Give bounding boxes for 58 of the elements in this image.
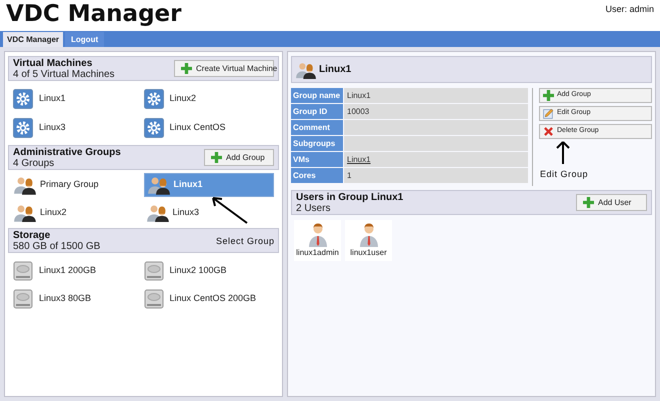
group-icon	[146, 202, 168, 222]
vm-item[interactable]: Linux1	[39, 92, 66, 106]
storage-item[interactable]: Linux1 200GB	[39, 264, 96, 278]
plus-icon	[583, 197, 594, 208]
gear-icon	[13, 88, 33, 108]
section-subtitle: 4 of 5 Virtual Machines	[13, 68, 115, 80]
storage-item[interactable]: Linux2 100GB	[170, 264, 227, 278]
section-subtitle: 580 GB of 1500 GB	[13, 240, 100, 252]
section-title: Administrative Groups	[13, 146, 121, 158]
group-icon	[148, 175, 170, 195]
field-label: Group name	[291, 88, 343, 103]
group-item[interactable]: Linux2	[11, 200, 141, 224]
annotation-arrow	[210, 196, 248, 224]
field-label: VMs	[291, 152, 343, 167]
user-icon	[308, 223, 328, 247]
section-subtitle: 2 Users	[296, 202, 332, 214]
section-title: Storage	[13, 230, 52, 240]
storage-item[interactable]: Linux CentOS 200GB	[170, 292, 256, 306]
annotation-label: Edit Group	[540, 168, 588, 181]
field-label: Subgroups	[291, 136, 343, 151]
group-title: Linux1	[319, 63, 352, 77]
group-icon	[14, 175, 36, 195]
user-tile[interactable]: linux1user	[345, 220, 392, 261]
nav-tab[interactable]: VDC Manager	[3, 32, 64, 47]
user-tile[interactable]: linux1admin	[294, 220, 341, 261]
gear-icon	[13, 118, 33, 138]
gear-icon	[144, 118, 164, 138]
user-icon	[358, 223, 378, 247]
annotation-label: Select Group	[216, 235, 275, 248]
group-icon	[14, 202, 36, 222]
plus-icon	[543, 90, 554, 101]
vm-item[interactable]: Linux2	[170, 92, 196, 106]
group-item[interactable]: Primary Group	[11, 173, 141, 197]
vm-item[interactable]: Linux3	[39, 120, 66, 134]
plus-icon	[181, 63, 192, 74]
field-label: Comment	[291, 120, 343, 135]
delete-icon	[543, 126, 554, 137]
vm-item[interactable]: Linux CentOS	[170, 120, 226, 134]
section-title: Users in Group Linux1	[296, 192, 404, 202]
annotation-arrow	[556, 140, 570, 164]
section-subtitle: 4 Groups	[13, 158, 56, 168]
section-title: Virtual Machines	[13, 58, 94, 68]
plus-icon	[211, 152, 222, 163]
gear-icon	[144, 88, 164, 108]
app-title: VDC Manager	[6, 0, 182, 29]
add-button[interactable]: Add Group	[204, 149, 274, 166]
field-label: Cores	[291, 168, 343, 183]
field-label: Group ID	[291, 104, 343, 119]
field-value: Linux1	[344, 88, 528, 103]
field-value: 10003	[344, 104, 528, 119]
group-icon	[296, 60, 316, 78]
user-label: User: admin	[605, 3, 654, 16]
group-item[interactable]: Linux3	[144, 200, 274, 224]
vm-link[interactable]: Linux1	[347, 155, 371, 164]
pencil-icon	[543, 108, 554, 119]
field-value: 1	[344, 168, 528, 183]
storage-item[interactable]: Linux3 80GB	[39, 292, 92, 306]
add-button[interactable]: Add User	[576, 194, 647, 211]
